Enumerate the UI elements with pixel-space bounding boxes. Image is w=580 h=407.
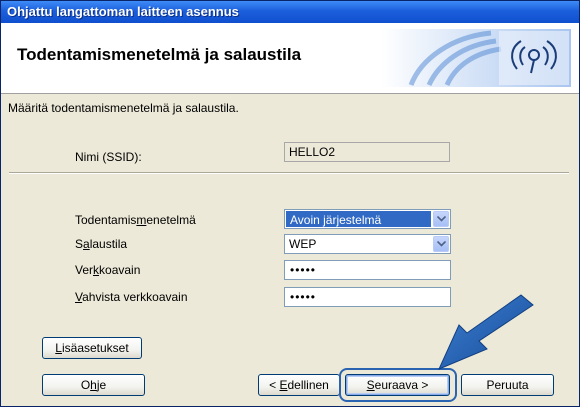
title-bar[interactable]: Ohjattu langattoman laitteen asennus bbox=[1, 1, 579, 23]
ssid-field: HELLO2 bbox=[284, 142, 450, 162]
wizard-header: Todentamismenetelmä ja salaustila bbox=[1, 23, 579, 94]
window-title: Ohjattu langattoman laitteen asennus bbox=[7, 4, 239, 19]
confirm-key-label: Vahvista verkkoavain bbox=[75, 290, 188, 304]
encryption-label: Salaustila bbox=[75, 237, 128, 251]
divider bbox=[9, 172, 569, 174]
wifi-icon bbox=[381, 29, 571, 87]
advanced-settings-button[interactable]: Lisäasetukset bbox=[42, 337, 142, 359]
auth-method-label: Todentamismenetelmä bbox=[75, 213, 196, 227]
network-key-input[interactable]: ••••• bbox=[284, 260, 451, 280]
help-button[interactable]: Ohje bbox=[42, 374, 145, 396]
back-button[interactable]: < Edellinen bbox=[258, 374, 340, 396]
ssid-label: Nimi (SSID): bbox=[75, 150, 142, 164]
encryption-select[interactable]: WEP bbox=[284, 234, 451, 254]
encryption-value: WEP bbox=[289, 237, 317, 251]
instruction-text: Määritä todentamismenetelmä ja salaustil… bbox=[8, 101, 239, 115]
page-title: Todentamismenetelmä ja salaustila bbox=[17, 45, 302, 64]
auth-method-select[interactable]: Avoin järjestelmä bbox=[284, 209, 451, 229]
wizard-window: Ohjattu langattoman laitteen asennus Tod… bbox=[0, 0, 580, 407]
auth-method-value: Avoin järjestelmä bbox=[286, 211, 431, 227]
pointer-arrow-icon bbox=[438, 294, 534, 370]
chevron-down-icon[interactable] bbox=[433, 236, 449, 252]
network-key-label: Verkkoavain bbox=[75, 263, 141, 277]
chevron-down-icon[interactable] bbox=[433, 211, 449, 227]
